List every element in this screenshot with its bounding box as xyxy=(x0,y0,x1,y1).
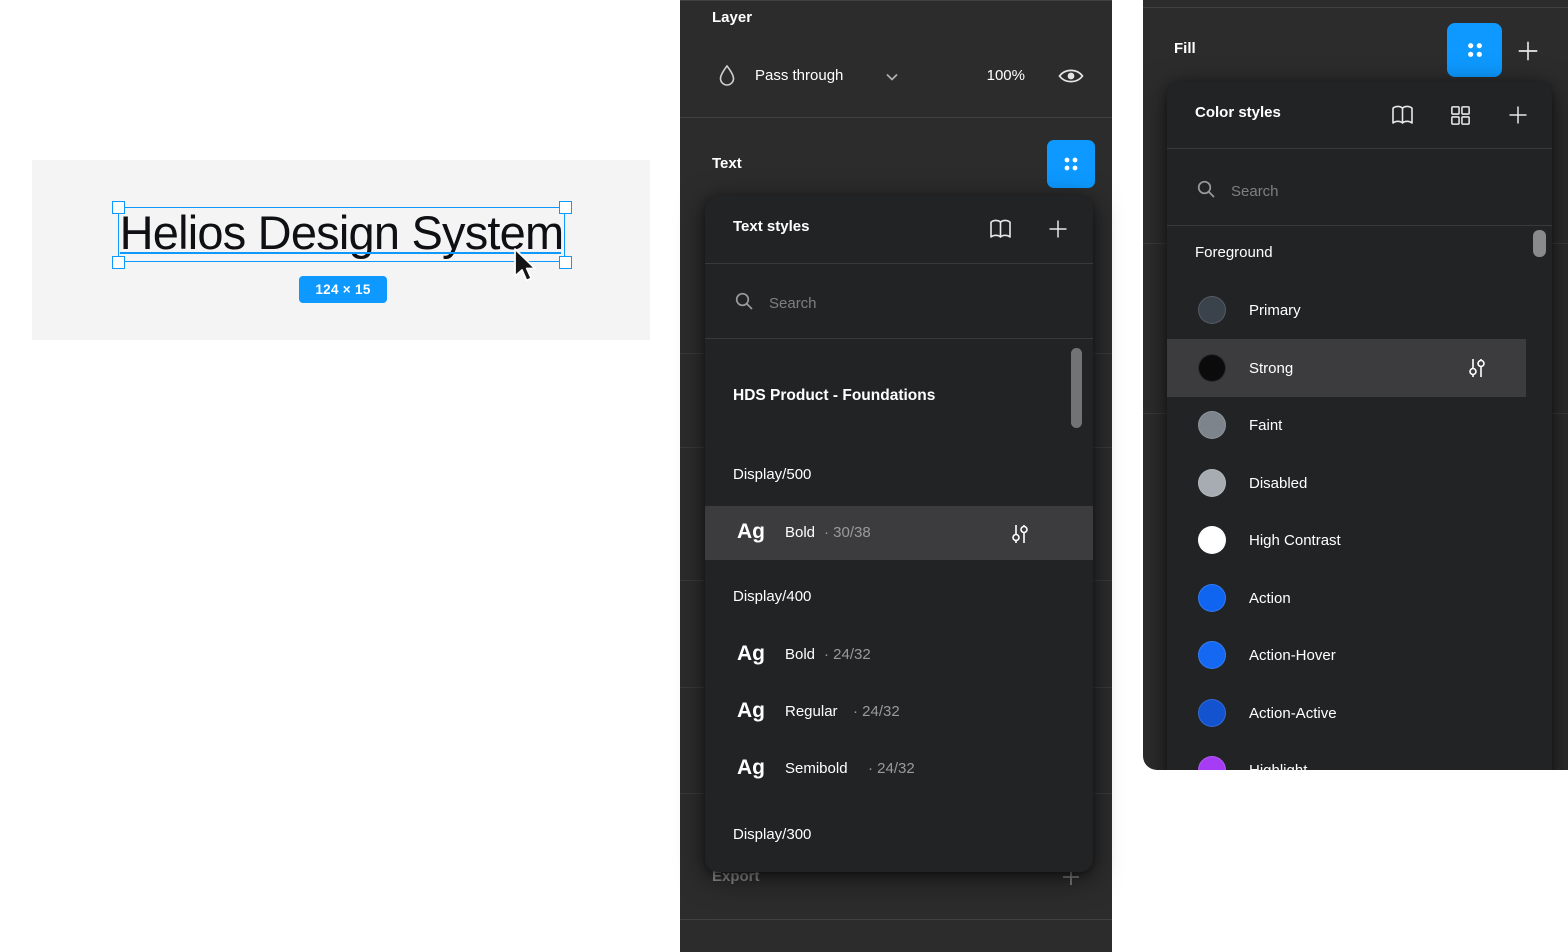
figma-app: Helios Design System 124 × 15 Layer Pass… xyxy=(0,0,1568,952)
style-detail: · 24/32 xyxy=(853,703,900,720)
selection-handle-top-left[interactable] xyxy=(112,201,125,214)
color-styles-search-input[interactable] xyxy=(1229,178,1473,204)
color-label: Strong xyxy=(1249,360,1293,377)
search-icon xyxy=(733,290,755,317)
panel-divider xyxy=(680,0,1112,1)
chevron-down-icon[interactable] xyxy=(884,70,900,88)
four-dots-icon xyxy=(1059,152,1083,176)
scrollbar-thumb[interactable] xyxy=(1533,230,1546,257)
color-style-item[interactable]: High Contrast xyxy=(1167,511,1552,569)
text-style-item[interactable]: Ag Bold · 24/32 xyxy=(705,626,1093,683)
text-style-item[interactable]: Ag Semibold · 24/32 xyxy=(705,740,1093,797)
panel-divider xyxy=(680,117,1112,118)
style-sample: Ag xyxy=(737,756,765,780)
edit-style-button[interactable] xyxy=(1465,356,1489,380)
menu-divider xyxy=(705,263,1093,264)
color-swatch xyxy=(1198,756,1226,770)
color-swatch xyxy=(1198,296,1226,324)
color-swatch xyxy=(1198,354,1226,382)
text-style-item-selected[interactable]: Ag Bold · 30/38 xyxy=(705,506,1093,560)
style-group-display-400: Display/400 xyxy=(733,575,811,619)
layer-section-title: Layer xyxy=(712,4,752,32)
text-section-title: Text xyxy=(712,150,742,178)
color-style-item[interactable]: Disabled xyxy=(1167,454,1552,512)
style-detail: · 24/32 xyxy=(824,646,871,663)
style-detail: · 24/32 xyxy=(868,760,915,777)
color-style-item-selected[interactable]: Strong xyxy=(1167,339,1526,397)
library-book-button[interactable] xyxy=(985,214,1015,244)
color-label: Highlight xyxy=(1249,762,1307,771)
color-style-item[interactable]: Highlight xyxy=(1167,741,1552,770)
panel-divider xyxy=(680,919,1112,920)
color-style-item[interactable]: Action xyxy=(1167,569,1552,627)
edit-style-button[interactable] xyxy=(1008,522,1032,546)
text-styles-button[interactable] xyxy=(1047,140,1095,188)
text-style-item[interactable]: Ag Regular · 24/32 xyxy=(705,683,1093,740)
color-swatch xyxy=(1198,526,1226,554)
add-text-style-button[interactable] xyxy=(1043,214,1073,244)
grid-view-button[interactable] xyxy=(1445,100,1475,130)
visibility-toggle[interactable] xyxy=(1054,63,1088,89)
search-icon xyxy=(1195,178,1217,205)
add-color-style-button[interactable] xyxy=(1503,100,1533,130)
color-style-item[interactable]: Action-Hover xyxy=(1167,626,1552,684)
four-dots-icon xyxy=(1462,37,1488,63)
mouse-cursor-icon xyxy=(512,247,542,290)
color-styles-menu-title: Color styles xyxy=(1195,104,1281,121)
blend-mode-select[interactable]: Pass through xyxy=(755,65,843,87)
library-book-button[interactable] xyxy=(1387,100,1417,130)
color-group-foreground: Foreground xyxy=(1195,231,1273,275)
selection-baseline xyxy=(120,252,561,254)
fill-panel: Fill Color styles xyxy=(1143,0,1568,770)
style-sample: Ag xyxy=(737,520,765,544)
panel-divider xyxy=(1143,7,1568,8)
text-styles-search-input[interactable] xyxy=(767,290,1011,316)
color-label: Action-Active xyxy=(1249,705,1337,722)
color-styles-button[interactable] xyxy=(1447,23,1502,77)
color-swatch xyxy=(1198,469,1226,497)
color-label: High Contrast xyxy=(1249,532,1341,549)
color-swatch xyxy=(1198,641,1226,669)
selection-handle-top-right[interactable] xyxy=(559,201,572,214)
style-group-display-300: Display/300 xyxy=(733,813,811,857)
text-styles-menu: Text styles HDS Product - Foundations Di… xyxy=(705,196,1093,872)
color-label: Action xyxy=(1249,590,1291,607)
color-label: Action-Hover xyxy=(1249,647,1336,664)
text-styles-menu-title: Text styles xyxy=(733,218,809,235)
style-sample: Ag xyxy=(737,642,765,666)
color-styles-menu: Color styles xyxy=(1167,82,1552,770)
style-weight: Bold xyxy=(785,646,815,663)
style-library-name: HDS Product - Foundations xyxy=(733,374,935,418)
style-weight: Regular xyxy=(785,703,838,720)
add-fill-button[interactable] xyxy=(1515,38,1541,64)
style-weight: Semibold xyxy=(785,760,848,777)
scrollbar-thumb[interactable] xyxy=(1071,348,1082,428)
menu-divider xyxy=(1167,225,1552,226)
color-style-item[interactable]: Primary xyxy=(1167,281,1552,339)
color-label: Faint xyxy=(1249,417,1282,434)
menu-divider xyxy=(1167,148,1552,149)
opacity-value[interactable]: 100% xyxy=(950,65,1025,87)
color-label: Primary xyxy=(1249,302,1301,319)
color-style-item[interactable]: Faint xyxy=(1167,396,1552,454)
color-style-item[interactable]: Action-Active xyxy=(1167,684,1552,742)
color-swatch xyxy=(1198,584,1226,612)
style-group-display-500: Display/500 xyxy=(733,453,811,497)
selection-handle-bottom-right[interactable] xyxy=(559,256,572,269)
selection-handle-bottom-left[interactable] xyxy=(112,256,125,269)
color-swatch xyxy=(1198,411,1226,439)
fill-section-title: Fill xyxy=(1174,35,1196,63)
color-label: Disabled xyxy=(1249,475,1307,492)
style-detail: · 30/38 xyxy=(824,524,871,541)
size-badge: 124 × 15 xyxy=(299,276,387,303)
menu-divider xyxy=(705,338,1093,339)
style-sample: Ag xyxy=(737,699,765,723)
style-weight: Bold xyxy=(785,524,815,541)
blend-mode-icon[interactable] xyxy=(716,63,738,93)
color-swatch xyxy=(1198,699,1226,727)
